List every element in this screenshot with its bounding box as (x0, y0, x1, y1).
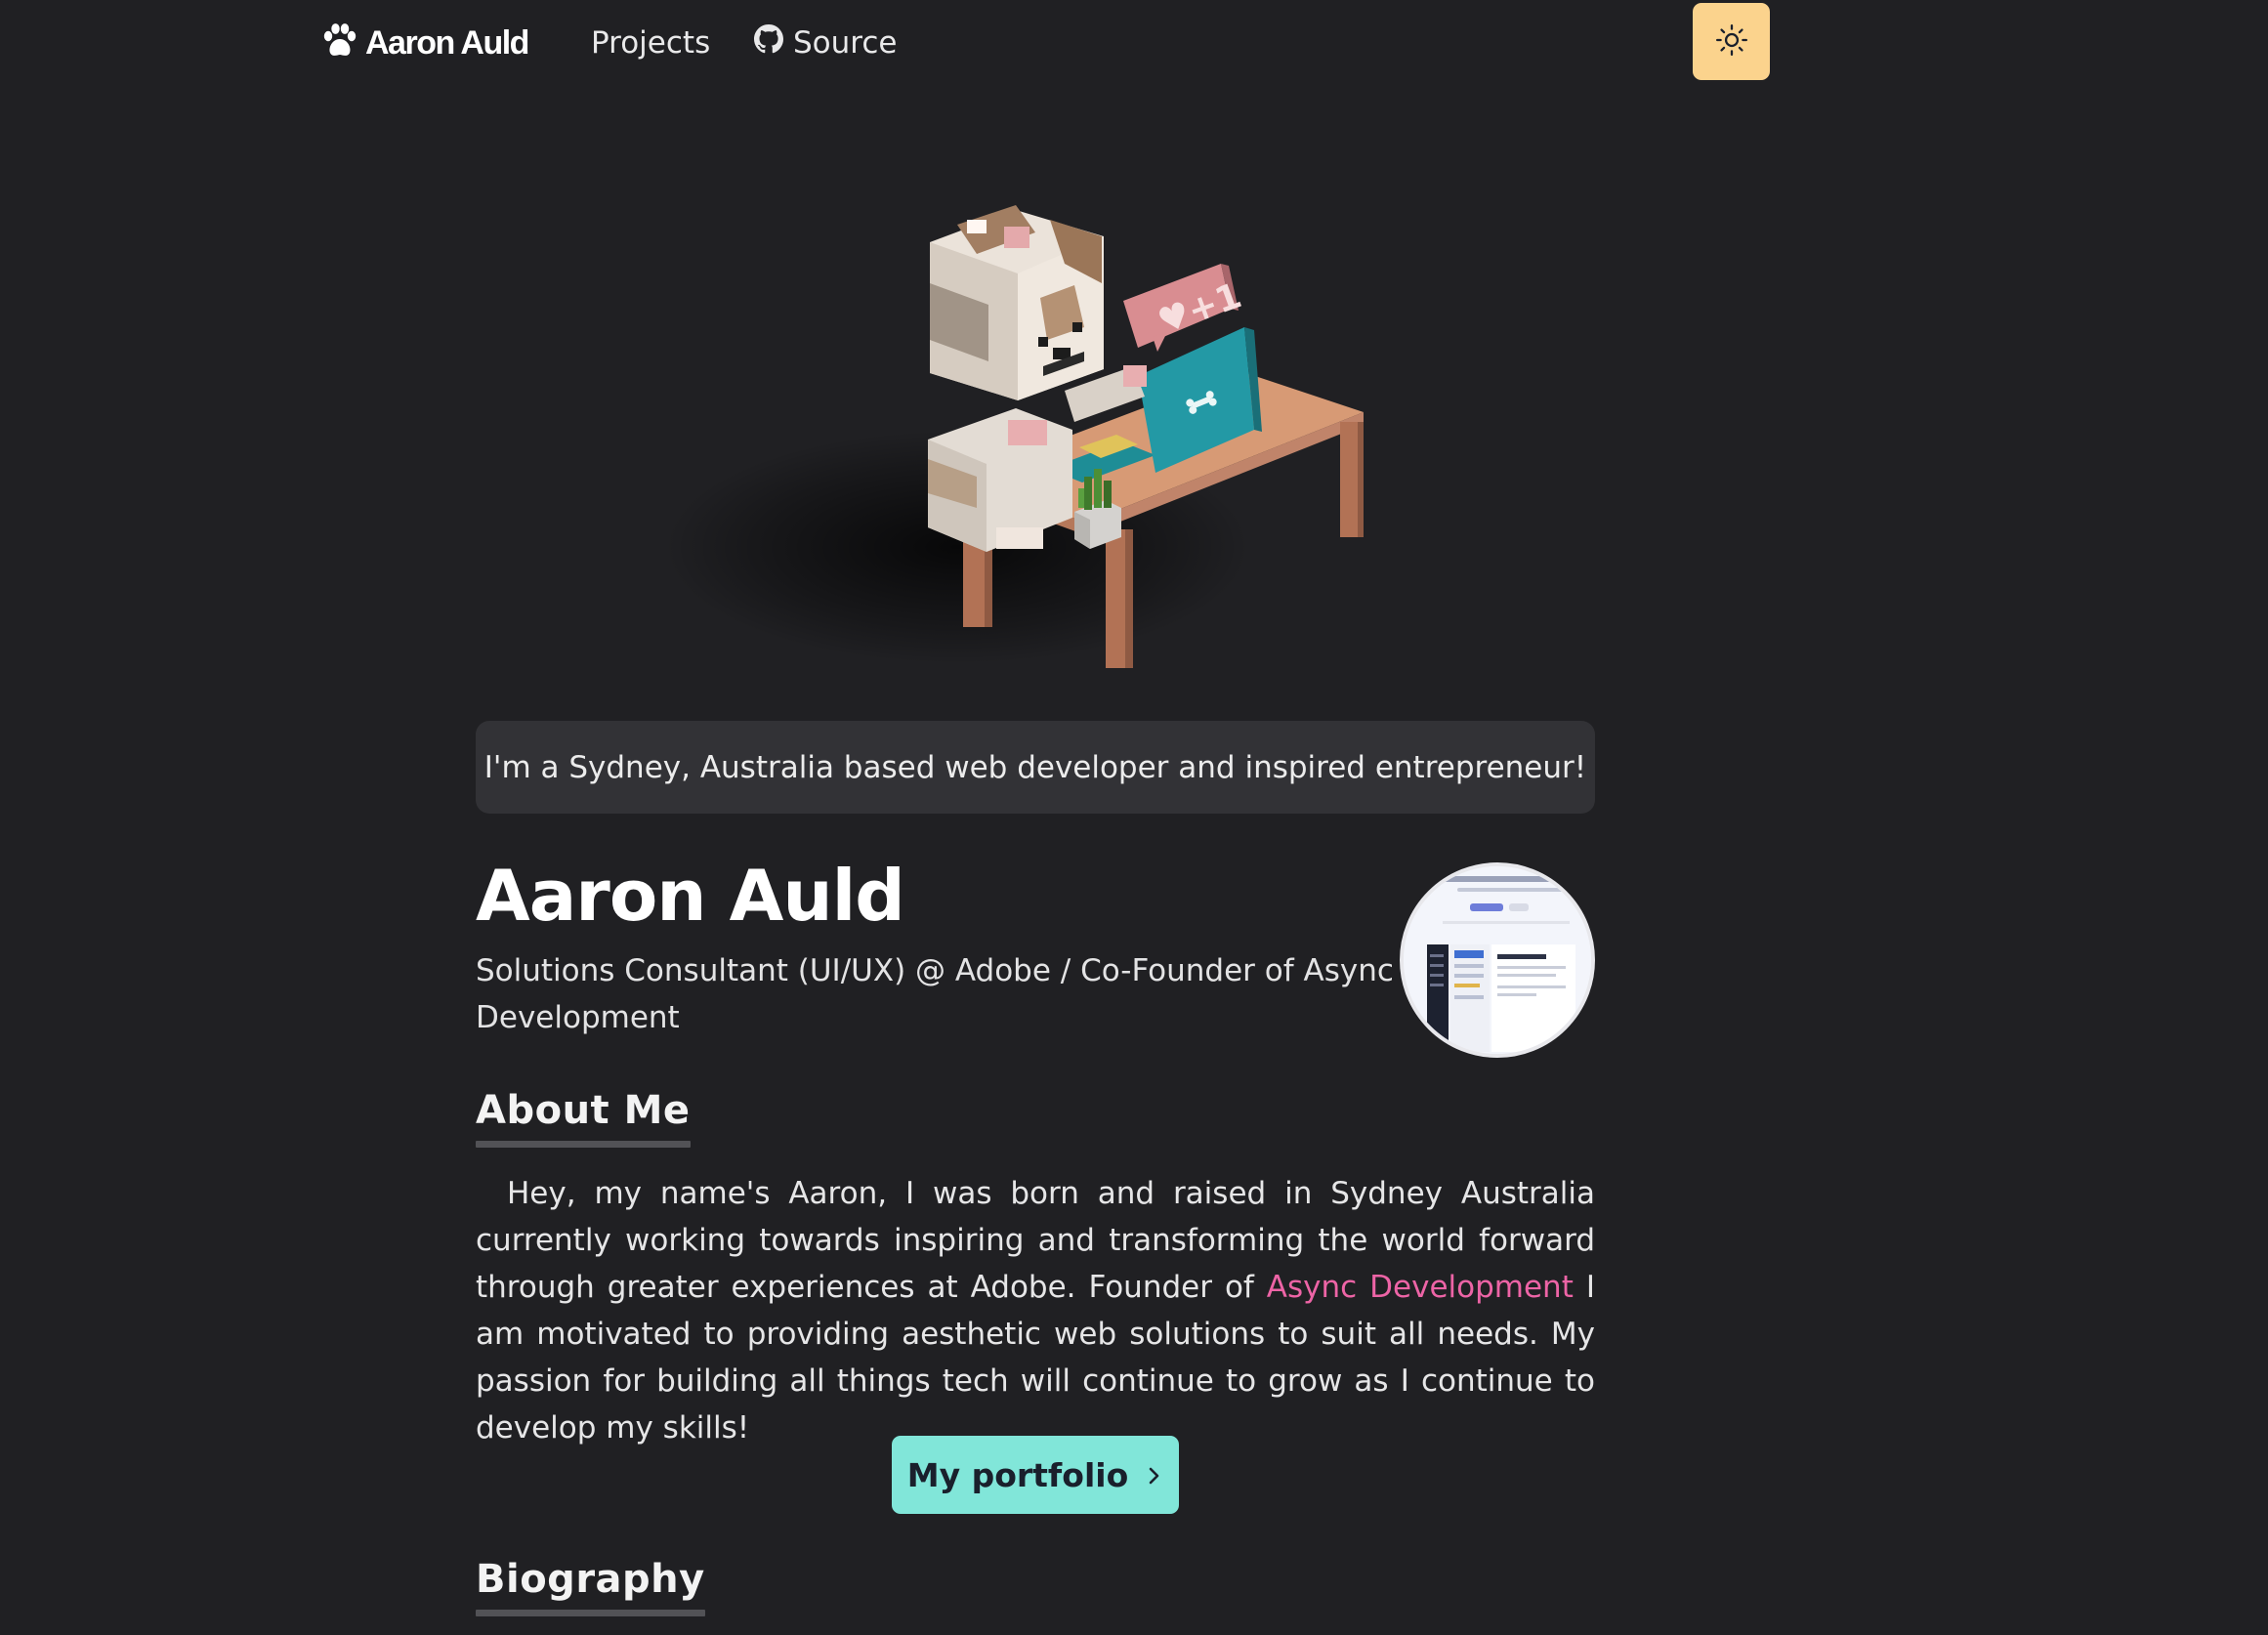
profile-role: Solutions Consultant (UI/UX) @ Adobe / C… (476, 953, 1394, 1035)
tagline-banner: I'm a Sydney, Australia based web develo… (476, 721, 1595, 814)
about-paragraph: Hey, my name's Aaron, I was born and rai… (476, 1170, 1595, 1451)
logo-link[interactable]: Aaron Auld (320, 18, 529, 68)
theme-toggle-button[interactable] (1693, 3, 1770, 80)
biography-heading-underline (476, 1610, 705, 1616)
biography-heading-text: Biography (476, 1557, 705, 1602)
profile-name: Aaron Auld (476, 855, 905, 937)
nav-link-source-label: Source (793, 25, 898, 61)
logo-text: Aaron Auld (365, 23, 529, 62)
sun-icon (1715, 23, 1748, 61)
nav-link-projects[interactable]: Projects (591, 18, 710, 68)
paw-icon (320, 22, 359, 63)
portfolio-button[interactable]: My portfolio (892, 1436, 1179, 1514)
async-development-link[interactable]: Async Development (1267, 1270, 1574, 1305)
navbar: Aaron Auld Projects Source (0, 0, 2268, 84)
nav-link-projects-label: Projects (591, 25, 711, 61)
tagline-text: I'm a Sydney, Australia based web develo… (483, 749, 1587, 785)
avatar (1400, 862, 1595, 1058)
about-heading-underline (476, 1141, 691, 1148)
hero-voxel-illustration: ♥+1 (664, 166, 1465, 713)
nav-link-source[interactable]: Source (754, 18, 897, 68)
about-heading-text: About Me (476, 1088, 691, 1133)
portfolio-button-label: My portfolio (906, 1455, 1129, 1494)
chevron-right-icon (1146, 1456, 1163, 1494)
about-heading: About Me (476, 1088, 691, 1148)
github-icon (754, 24, 783, 62)
biography-heading: Biography (476, 1557, 705, 1616)
